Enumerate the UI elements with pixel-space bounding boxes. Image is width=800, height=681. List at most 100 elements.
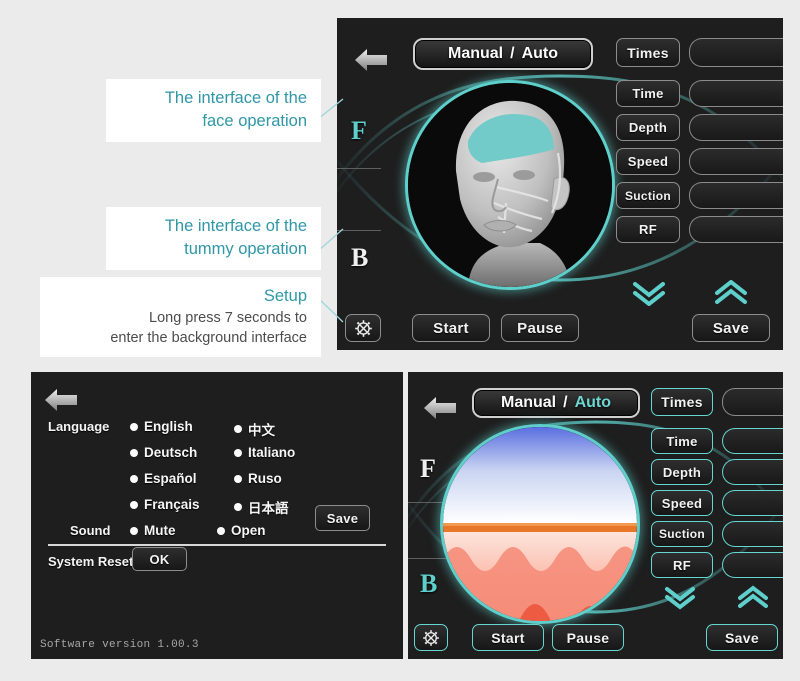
face-display-circle[interactable] xyxy=(405,80,615,290)
save-label: Save xyxy=(327,511,359,526)
param-button-speed[interactable]: Speed xyxy=(651,490,713,516)
language-option-label: Ruso xyxy=(248,471,282,486)
save-button[interactable]: Save xyxy=(692,314,770,342)
language-option-label: English xyxy=(144,419,193,434)
language-option-espanol[interactable]: Español xyxy=(130,471,197,486)
times-label: Times xyxy=(627,45,669,61)
chevron-double-up-icon[interactable] xyxy=(736,585,770,610)
param-button-suction[interactable]: Suction xyxy=(616,182,680,209)
tummy-display-circle[interactable] xyxy=(440,424,640,624)
param-field-suction[interactable] xyxy=(689,182,783,209)
side-back-label[interactable]: B xyxy=(420,569,437,599)
callout-face-line1: The interface of the xyxy=(120,87,307,110)
param-label-suction: Suction xyxy=(659,527,705,541)
radio-dot xyxy=(234,425,242,433)
radio-dot xyxy=(217,527,225,535)
tummy-operation-screen: Manual / Auto Times F B xyxy=(408,372,783,659)
side-front-label[interactable]: F xyxy=(420,454,436,484)
gear-cross-icon xyxy=(354,319,373,338)
times-value-field[interactable] xyxy=(689,38,783,67)
language-option-label: 中文 xyxy=(248,419,275,439)
param-field-suction[interactable] xyxy=(722,521,783,547)
callout-setup-title: Setup xyxy=(54,285,307,308)
mode-separator: / xyxy=(563,394,567,412)
start-button[interactable]: Start xyxy=(412,314,490,342)
language-option-ruso[interactable]: Ruso xyxy=(234,471,282,486)
chevron-double-down-icon[interactable] xyxy=(663,585,697,610)
chevron-double-up-icon[interactable] xyxy=(713,280,749,306)
param-button-suction[interactable]: Suction xyxy=(651,521,713,547)
language-option-deutsch[interactable]: Deutsch xyxy=(130,445,197,460)
language-option-francais[interactable]: Français xyxy=(130,497,200,512)
save-button[interactable]: Save xyxy=(315,505,370,531)
skin-cross-section-illustration xyxy=(443,427,637,621)
param-label-depth: Depth xyxy=(629,120,667,135)
param-field-time[interactable] xyxy=(689,80,783,107)
rail-divider-bottom xyxy=(408,558,448,559)
times-value-field[interactable] xyxy=(722,388,783,416)
sound-option-open[interactable]: Open xyxy=(217,523,266,538)
times-label: Times xyxy=(661,394,703,410)
param-button-depth[interactable]: Depth xyxy=(651,459,713,485)
param-button-time[interactable]: Time xyxy=(616,80,680,107)
sound-option-mute[interactable]: Mute xyxy=(130,523,176,538)
start-button[interactable]: Start xyxy=(472,624,544,651)
param-button-depth[interactable]: Depth xyxy=(616,114,680,141)
mode-manual-label: Manual xyxy=(448,45,503,63)
param-field-depth[interactable] xyxy=(689,114,783,141)
language-option-italiano[interactable]: Italiano xyxy=(234,445,295,460)
back-arrow-button[interactable] xyxy=(353,46,389,74)
language-option-label: 日本語 xyxy=(248,497,289,517)
language-option-label: Italiano xyxy=(248,445,295,460)
pause-button[interactable]: Pause xyxy=(501,314,579,342)
param-field-rf[interactable] xyxy=(722,552,783,578)
times-button[interactable]: Times xyxy=(616,38,680,67)
section-divider xyxy=(48,544,386,546)
connector-tummy xyxy=(318,227,344,257)
chevron-double-down-icon[interactable] xyxy=(631,280,667,306)
settings-gear-button[interactable] xyxy=(345,314,381,342)
param-field-depth[interactable] xyxy=(722,459,783,485)
param-label-time: Time xyxy=(632,86,663,101)
callout-tummy-line1: The interface of the xyxy=(120,215,307,238)
software-version-text: Software version 1.00.3 xyxy=(40,639,199,651)
param-field-speed[interactable] xyxy=(722,490,783,516)
param-button-time[interactable]: Time xyxy=(651,428,713,454)
radio-dot xyxy=(234,449,242,457)
settings-gear-button[interactable] xyxy=(414,624,448,651)
pause-button[interactable]: Pause xyxy=(552,624,624,651)
times-button[interactable]: Times xyxy=(651,388,713,416)
mode-toggle-manual-auto[interactable]: Manual / Auto xyxy=(413,38,593,70)
param-label-depth: Depth xyxy=(663,465,701,480)
radio-dot xyxy=(234,475,242,483)
save-label: Save xyxy=(713,320,749,337)
side-front-label[interactable]: F xyxy=(351,116,367,146)
param-field-rf[interactable] xyxy=(689,216,783,243)
param-field-time[interactable] xyxy=(722,428,783,454)
system-reset-ok-button[interactable]: OK xyxy=(132,547,187,571)
mode-toggle-manual-auto[interactable]: Manual / Auto xyxy=(472,388,640,418)
connector-face xyxy=(318,97,344,125)
language-option-chinese[interactable]: 中文 xyxy=(234,419,275,439)
gear-cross-icon xyxy=(422,629,440,647)
language-option-japanese[interactable]: 日本語 xyxy=(234,497,289,517)
param-button-rf[interactable]: RF xyxy=(651,552,713,578)
back-arrow-button[interactable] xyxy=(43,386,79,414)
param-button-rf[interactable]: RF xyxy=(616,216,680,243)
connector-setup xyxy=(318,296,344,326)
system-reset-label: System Reset xyxy=(48,554,133,569)
param-field-speed[interactable] xyxy=(689,148,783,175)
pause-label: Pause xyxy=(567,630,610,646)
language-option-label: Deutsch xyxy=(144,445,197,460)
param-label-rf: RF xyxy=(639,222,657,237)
param-button-speed[interactable]: Speed xyxy=(616,148,680,175)
rail-divider-top xyxy=(337,168,381,169)
language-label: Language xyxy=(48,419,109,434)
side-back-label[interactable]: B xyxy=(351,243,368,273)
radio-dot xyxy=(130,423,138,431)
language-option-english[interactable]: English xyxy=(130,419,193,434)
pause-label: Pause xyxy=(517,320,563,337)
face-operation-screen: Manual / Auto Times F B xyxy=(337,18,783,350)
save-button[interactable]: Save xyxy=(706,624,778,651)
back-arrow-button[interactable] xyxy=(422,394,458,422)
